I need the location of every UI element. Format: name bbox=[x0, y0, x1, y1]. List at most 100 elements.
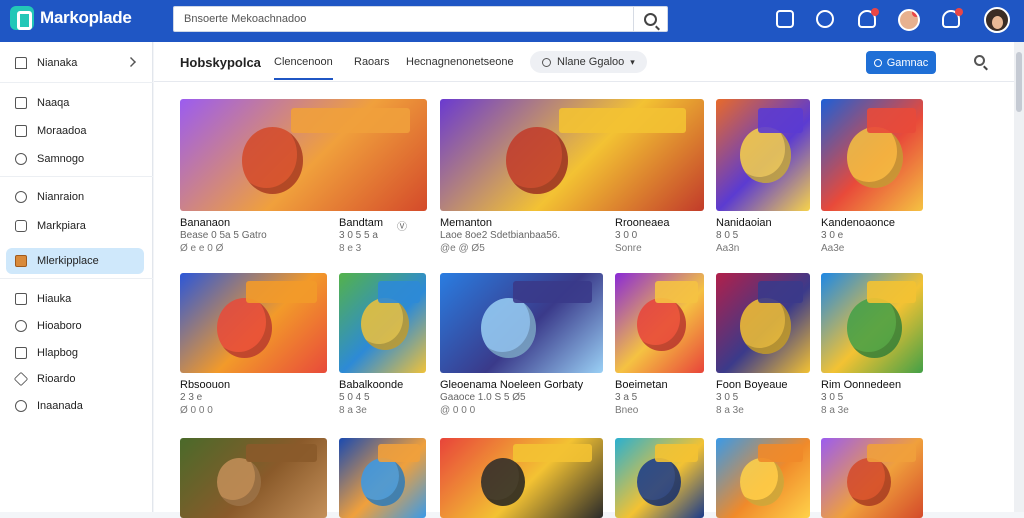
character-art bbox=[846, 298, 902, 358]
card-subtitle: 2 3 e bbox=[180, 392, 203, 403]
sidebar-item-7[interactable]: Hiauka bbox=[6, 286, 144, 312]
card-subtitle: 8 0 5 bbox=[716, 230, 739, 241]
sidebar-item-2[interactable]: Moraadoa bbox=[6, 118, 144, 144]
document-icon bbox=[15, 293, 27, 305]
sidebar-item-label: Nianraion bbox=[37, 191, 85, 203]
sidebar: Nianaka Naaqa Moraadoa Samnogo Nianraion… bbox=[0, 42, 153, 512]
scrollbar[interactable] bbox=[1014, 42, 1024, 512]
game-thumbnail[interactable] bbox=[440, 99, 704, 211]
card-subtitle: 3 0 0 bbox=[615, 230, 638, 241]
tag-icon bbox=[13, 371, 29, 387]
card-rating: @ 0 0 0 bbox=[440, 405, 476, 416]
game-thumbnail[interactable] bbox=[615, 273, 704, 373]
list-icon bbox=[15, 125, 27, 137]
sidebar-item-1[interactable]: Naaqa bbox=[6, 90, 144, 116]
sidebar-item-3[interactable]: Samnogo bbox=[6, 146, 144, 172]
character-art bbox=[480, 298, 536, 358]
primary-action-button[interactable]: Gamnac bbox=[866, 51, 936, 74]
sidebar-item-label: Samnogo bbox=[37, 153, 85, 165]
sidebar-item-marketplace[interactable]: Mlerkipplace bbox=[6, 248, 144, 274]
user-avatar[interactable] bbox=[984, 7, 1010, 33]
card-title: Gleoenama Noeleen Gorbaty bbox=[440, 379, 584, 391]
search-button[interactable] bbox=[633, 7, 667, 31]
sidebar-item-4[interactable]: Nianraion bbox=[6, 184, 144, 210]
apps-icon[interactable] bbox=[776, 10, 794, 28]
game-thumbnail[interactable] bbox=[180, 99, 427, 211]
pin-icon[interactable] bbox=[126, 57, 136, 67]
game-thumbnail[interactable] bbox=[180, 438, 327, 518]
card-subtitle: 3 0 5 bbox=[716, 392, 739, 403]
game-thumbnail[interactable] bbox=[716, 99, 810, 211]
filter-dropdown[interactable]: Nlane Ggaloo ▾ bbox=[530, 51, 647, 73]
settings-icon[interactable] bbox=[816, 10, 834, 28]
game-thumbnail[interactable] bbox=[180, 273, 327, 373]
game-thumbnail[interactable] bbox=[339, 438, 426, 518]
sidebar-divider bbox=[0, 176, 153, 177]
title-art bbox=[866, 107, 916, 133]
search-input[interactable]: Bnsoerte Mekoachnadoo bbox=[184, 13, 306, 25]
card-rating: 8 e 3 bbox=[339, 243, 362, 254]
search-icon bbox=[974, 55, 985, 66]
card-rating: Aa3e bbox=[821, 243, 845, 254]
card-rating: Bneo bbox=[615, 405, 639, 416]
character-art bbox=[360, 458, 405, 506]
game-thumbnail[interactable] bbox=[440, 438, 603, 518]
notifications-icon[interactable] bbox=[942, 8, 963, 28]
sidebar-item-9[interactable]: Hlapbog bbox=[6, 340, 144, 366]
sidebar-divider bbox=[0, 82, 153, 83]
sidebar-item-home[interactable]: Nianaka bbox=[6, 50, 144, 76]
character-art bbox=[846, 127, 903, 189]
game-thumbnail[interactable] bbox=[716, 438, 810, 518]
card-rating: Aa3n bbox=[716, 243, 740, 254]
game-thumbnail[interactable] bbox=[615, 438, 704, 518]
top-bar: Markoplade Bnsoerte Mekoachnadoo bbox=[0, 0, 1024, 42]
card-title: Boeimetan bbox=[615, 379, 668, 391]
search-bar[interactable]: Bnsoerte Mekoachnadoo bbox=[173, 6, 668, 32]
tab-recommended[interactable]: Hecnagnenonetseone bbox=[406, 56, 514, 68]
card-subtitle: 3 0 5 5 a bbox=[339, 230, 378, 241]
tab-featured[interactable]: Clencenoon bbox=[274, 56, 333, 80]
title-art bbox=[378, 444, 420, 462]
tab-recent[interactable]: Raoars bbox=[354, 56, 389, 68]
card-title: Rrooneaea bbox=[615, 217, 670, 229]
main-content: Hobskypolca Clencenoon Raoars Hecnagneno… bbox=[154, 42, 1014, 518]
game-thumbnail[interactable] bbox=[440, 273, 603, 373]
folder-icon bbox=[15, 347, 27, 359]
app-logo[interactable]: Markoplade bbox=[10, 6, 132, 30]
card-rating: 8 a 3e bbox=[339, 405, 367, 416]
tab-search-button[interactable] bbox=[974, 55, 985, 66]
game-thumbnail[interactable] bbox=[821, 273, 923, 373]
person-icon bbox=[15, 400, 27, 412]
character-art bbox=[216, 458, 261, 506]
sidebar-item-5[interactable]: Markpiara bbox=[6, 213, 144, 239]
character-art bbox=[360, 298, 409, 351]
sidebar-item-10[interactable]: Rioardo bbox=[6, 366, 144, 392]
primary-button-label: Gamnac bbox=[886, 56, 929, 69]
avatar-face bbox=[992, 16, 1003, 29]
game-thumbnail[interactable] bbox=[821, 99, 923, 211]
sidebar-item-label: Hiauka bbox=[37, 293, 72, 305]
character-art bbox=[739, 458, 784, 506]
box-icon bbox=[15, 255, 27, 267]
card-rating: @e @ Ø5 bbox=[440, 243, 485, 254]
sidebar-item-8[interactable]: Hioaboro bbox=[6, 313, 144, 339]
title-art bbox=[513, 281, 592, 303]
tab-bar: Hobskypolca Clencenoon Raoars Hecnagneno… bbox=[154, 42, 1014, 82]
sidebar-item-11[interactable]: Inaanada bbox=[6, 393, 144, 419]
sidebar-item-label: Rioardo bbox=[37, 373, 76, 385]
search-icon bbox=[644, 12, 657, 26]
sidebar-item-label: Inaanada bbox=[37, 400, 83, 412]
card-subtitle: 3 0 5 bbox=[821, 392, 844, 403]
avatar-small[interactable] bbox=[898, 9, 920, 31]
card-title: Kandenoaonce bbox=[821, 217, 896, 229]
scrollbar-thumb[interactable] bbox=[1016, 52, 1022, 112]
app-title: Markoplade bbox=[40, 8, 132, 27]
notifications-badge bbox=[955, 8, 963, 16]
card-subtitle: Bease 0 5a 5 Gatro bbox=[180, 230, 267, 241]
game-thumbnail[interactable] bbox=[716, 273, 810, 373]
game-thumbnail[interactable] bbox=[339, 273, 426, 373]
game-thumbnail[interactable] bbox=[821, 438, 923, 518]
sidebar-item-label: Nianaka bbox=[37, 57, 78, 69]
friends-icon[interactable] bbox=[858, 8, 879, 28]
verified-icon: Ⓥ bbox=[397, 222, 407, 233]
